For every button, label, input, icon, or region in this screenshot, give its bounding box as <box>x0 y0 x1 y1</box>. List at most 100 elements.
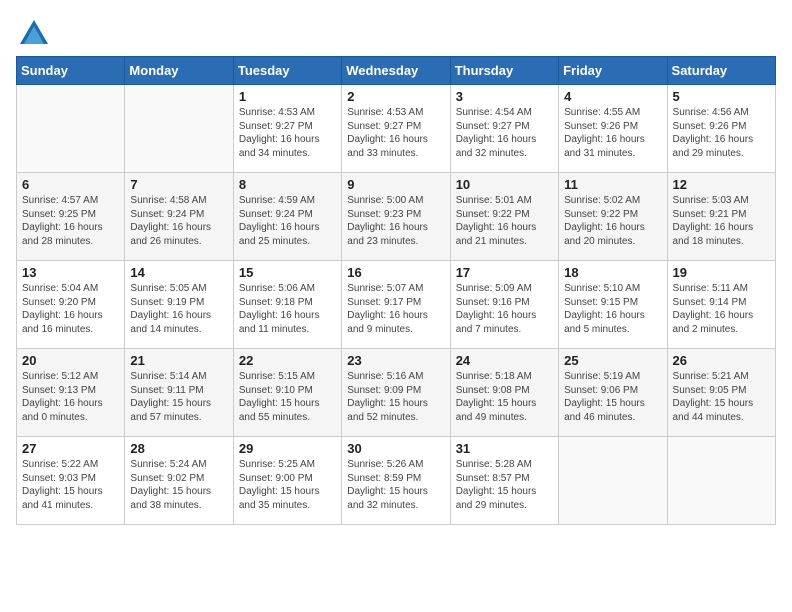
day-number: 19 <box>673 265 770 280</box>
calendar-cell: 23Sunrise: 5:16 AM Sunset: 9:09 PM Dayli… <box>342 349 450 437</box>
day-info: Sunrise: 5:21 AM Sunset: 9:05 PM Dayligh… <box>673 370 770 424</box>
day-number: 28 <box>130 441 227 456</box>
week-row-4: 20Sunrise: 5:12 AM Sunset: 9:13 PM Dayli… <box>17 349 776 437</box>
weekday-header-thursday: Thursday <box>450 57 558 85</box>
calendar-cell: 30 Sunrise: 5:26 AM Sunset: 8:59 PM Dayli… <box>342 437 450 525</box>
calendar-cell: 20Sunrise: 5:12 AM Sunset: 9:13 PM Dayli… <box>17 349 125 437</box>
calendar-cell: 21 Sunrise: 5:14 AM Sunset: 9:11 PM Dayli… <box>125 349 233 437</box>
calendar-cell: 4 Sunrise: 4:55 AM Sunset: 9:26 PM Daylig… <box>559 85 667 173</box>
day-number: 9 <box>347 177 444 192</box>
day-number: 24 <box>456 353 553 368</box>
calendar-cell: 7 Sunrise: 4:58 AM Sunset: 9:24 PM Daylig… <box>125 173 233 261</box>
day-number: 21 <box>130 353 227 368</box>
day-number: 11 <box>564 177 661 192</box>
calendar-cell: 15 Sunrise: 5:06 AM Sunset: 9:18 PM Dayli… <box>233 261 341 349</box>
calendar-cell: 11 Sunrise: 5:02 AM Sunset: 9:22 PM Dayli… <box>559 173 667 261</box>
logo-icon <box>16 16 52 52</box>
day-number: 27 <box>22 441 119 456</box>
day-info: Sunrise: 4:58 AM Sunset: 9:24 PM Dayligh… <box>130 194 227 248</box>
weekday-header-tuesday: Tuesday <box>233 57 341 85</box>
calendar-cell: 28 Sunrise: 5:24 AM Sunset: 9:02 PM Dayli… <box>125 437 233 525</box>
day-info: Sunrise: 5:07 AM Sunset: 9:17 PM Dayligh… <box>347 282 444 336</box>
calendar-cell: 6 Sunrise: 4:57 AM Sunset: 9:25 PM Daylig… <box>17 173 125 261</box>
day-info: Sunrise: 5:16 AM Sunset: 9:09 PM Dayligh… <box>347 370 444 424</box>
day-info: Sunrise: 5:25 AM Sunset: 9:00 PM Dayligh… <box>239 458 336 512</box>
weekday-header-saturday: Saturday <box>667 57 775 85</box>
day-number: 12 <box>673 177 770 192</box>
calendar-cell: 13 Sunrise: 5:04 AM Sunset: 9:20 PM Dayli… <box>17 261 125 349</box>
day-info: Sunrise: 5:05 AM Sunset: 9:19 PM Dayligh… <box>130 282 227 336</box>
day-info: Sunrise: 5:10 AM Sunset: 9:15 PM Dayligh… <box>564 282 661 336</box>
calendar-cell: 25 Sunrise: 5:19 AM Sunset: 9:06 PM Dayli… <box>559 349 667 437</box>
week-row-1: 1Sunrise: 4:53 AM Sunset: 9:27 PM Daylig… <box>17 85 776 173</box>
calendar-cell <box>17 85 125 173</box>
calendar-cell <box>125 85 233 173</box>
day-number: 2 <box>347 89 444 104</box>
day-info: Sunrise: 4:59 AM Sunset: 9:24 PM Dayligh… <box>239 194 336 248</box>
day-number: 31 <box>456 441 553 456</box>
calendar-table: SundayMondayTuesdayWednesdayThursdayFrid… <box>16 56 776 525</box>
day-info: Sunrise: 5:19 AM Sunset: 9:06 PM Dayligh… <box>564 370 661 424</box>
page-header <box>16 16 776 52</box>
day-info: Sunrise: 5:03 AM Sunset: 9:21 PM Dayligh… <box>673 194 770 248</box>
day-number: 7 <box>130 177 227 192</box>
calendar-cell: 31 Sunrise: 5:28 AM Sunset: 8:57 PM Dayli… <box>450 437 558 525</box>
day-info: Sunrise: 5:04 AM Sunset: 9:20 PM Dayligh… <box>22 282 119 336</box>
day-number: 4 <box>564 89 661 104</box>
day-info: Sunrise: 5:26 AM Sunset: 8:59 PM Dayligh… <box>347 458 444 512</box>
day-info: Sunrise: 5:18 AM Sunset: 9:08 PM Dayligh… <box>456 370 553 424</box>
weekday-header-monday: Monday <box>125 57 233 85</box>
calendar-cell: 10 Sunrise: 5:01 AM Sunset: 9:22 PM Dayli… <box>450 173 558 261</box>
calendar-cell <box>559 437 667 525</box>
calendar-cell: 19 Sunrise: 5:11 AM Sunset: 9:14 PM Dayli… <box>667 261 775 349</box>
day-info: Sunrise: 5:00 AM Sunset: 9:23 PM Dayligh… <box>347 194 444 248</box>
calendar-cell: 24 Sunrise: 5:18 AM Sunset: 9:08 PM Dayli… <box>450 349 558 437</box>
calendar-cell: 17 Sunrise: 5:09 AM Sunset: 9:16 PM Dayli… <box>450 261 558 349</box>
day-info: Sunrise: 5:24 AM Sunset: 9:02 PM Dayligh… <box>130 458 227 512</box>
day-number: 8 <box>239 177 336 192</box>
day-info: Sunrise: 5:02 AM Sunset: 9:22 PM Dayligh… <box>564 194 661 248</box>
day-info: Sunrise: 4:54 AM Sunset: 9:27 PM Dayligh… <box>456 106 553 160</box>
day-info: Sunrise: 5:14 AM Sunset: 9:11 PM Dayligh… <box>130 370 227 424</box>
day-number: 5 <box>673 89 770 104</box>
calendar-cell: 1Sunrise: 4:53 AM Sunset: 9:27 PM Daylig… <box>233 85 341 173</box>
day-number: 6 <box>22 177 119 192</box>
calendar-cell: 5 Sunrise: 4:56 AM Sunset: 9:26 PM Daylig… <box>667 85 775 173</box>
day-info: Sunrise: 5:01 AM Sunset: 9:22 PM Dayligh… <box>456 194 553 248</box>
day-number: 14 <box>130 265 227 280</box>
calendar-cell: 27 Sunrise: 5:22 AM Sunset: 9:03 PM Dayli… <box>17 437 125 525</box>
calendar-cell: 3 Sunrise: 4:54 AM Sunset: 9:27 PM Daylig… <box>450 85 558 173</box>
calendar-cell: 16Sunrise: 5:07 AM Sunset: 9:17 PM Dayli… <box>342 261 450 349</box>
day-info: Sunrise: 4:56 AM Sunset: 9:26 PM Dayligh… <box>673 106 770 160</box>
day-info: Sunrise: 5:06 AM Sunset: 9:18 PM Dayligh… <box>239 282 336 336</box>
day-number: 17 <box>456 265 553 280</box>
calendar-cell: 9 Sunrise: 5:00 AM Sunset: 9:23 PM Daylig… <box>342 173 450 261</box>
weekday-header-sunday: Sunday <box>17 57 125 85</box>
day-info: Sunrise: 4:57 AM Sunset: 9:25 PM Dayligh… <box>22 194 119 248</box>
day-info: Sunrise: 5:12 AM Sunset: 9:13 PM Dayligh… <box>22 370 119 424</box>
day-number: 13 <box>22 265 119 280</box>
day-info: Sunrise: 5:28 AM Sunset: 8:57 PM Dayligh… <box>456 458 553 512</box>
day-number: 1 <box>239 89 336 104</box>
day-number: 29 <box>239 441 336 456</box>
day-number: 30 <box>347 441 444 456</box>
day-number: 25 <box>564 353 661 368</box>
calendar-cell: 2Sunrise: 4:53 AM Sunset: 9:27 PM Daylig… <box>342 85 450 173</box>
calendar-cell: 14 Sunrise: 5:05 AM Sunset: 9:19 PM Dayli… <box>125 261 233 349</box>
day-number: 18 <box>564 265 661 280</box>
day-number: 3 <box>456 89 553 104</box>
day-number: 15 <box>239 265 336 280</box>
weekday-header-friday: Friday <box>559 57 667 85</box>
day-info: Sunrise: 5:11 AM Sunset: 9:14 PM Dayligh… <box>673 282 770 336</box>
day-info: Sunrise: 5:22 AM Sunset: 9:03 PM Dayligh… <box>22 458 119 512</box>
weekday-header-wednesday: Wednesday <box>342 57 450 85</box>
calendar-cell: 18 Sunrise: 5:10 AM Sunset: 9:15 PM Dayli… <box>559 261 667 349</box>
day-number: 26 <box>673 353 770 368</box>
day-info: Sunrise: 4:55 AM Sunset: 9:26 PM Dayligh… <box>564 106 661 160</box>
calendar-cell: 22Sunrise: 5:15 AM Sunset: 9:10 PM Dayli… <box>233 349 341 437</box>
day-number: 10 <box>456 177 553 192</box>
day-info: Sunrise: 5:09 AM Sunset: 9:16 PM Dayligh… <box>456 282 553 336</box>
calendar-cell: 8 Sunrise: 4:59 AM Sunset: 9:24 PM Daylig… <box>233 173 341 261</box>
logo <box>16 16 58 52</box>
calendar-cell: 29 Sunrise: 5:25 AM Sunset: 9:00 PM Dayli… <box>233 437 341 525</box>
